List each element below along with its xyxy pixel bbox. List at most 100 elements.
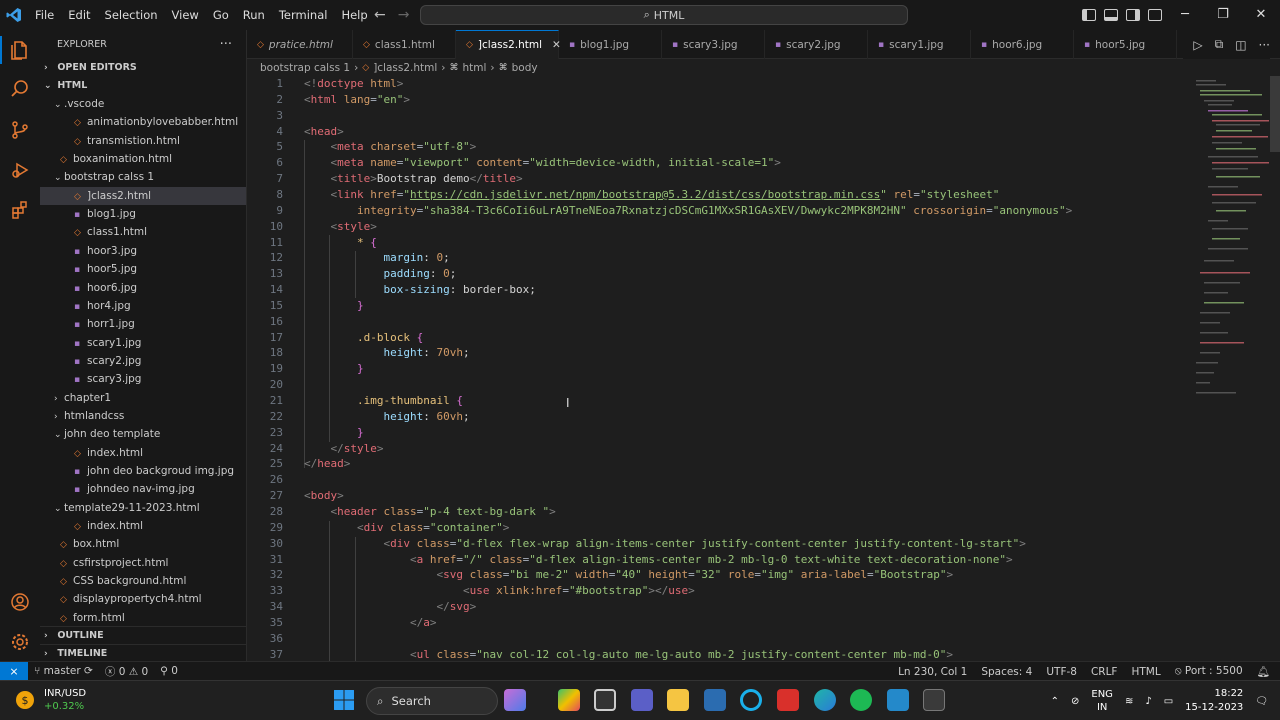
settings-gear-icon[interactable] — [8, 630, 32, 654]
breadcrumb-file[interactable]: ]class2.html — [373, 62, 437, 74]
ports-status[interactable]: ⚲ 0 — [160, 665, 178, 677]
battery-icon[interactable]: ▭ — [1164, 696, 1173, 707]
breadcrumb-html[interactable]: html — [463, 62, 487, 74]
more-actions-icon[interactable]: ··· — [1259, 38, 1270, 52]
tree-folder[interactable]: › chapter1 — [40, 389, 246, 407]
menu-item-selection[interactable]: Selection — [98, 0, 165, 30]
encoding[interactable]: UTF-8 — [1046, 666, 1077, 678]
network-off-icon[interactable]: ⊘ — [1071, 696, 1079, 707]
copilot-icon[interactable] — [504, 689, 526, 711]
tree-file[interactable]: ◇ csfirstproject.html — [40, 554, 246, 572]
remote-icon[interactable]: ⨯ — [0, 661, 28, 681]
tree-file[interactable]: ◇ boxanimation.html — [40, 150, 246, 168]
file-explorer-icon[interactable] — [667, 689, 689, 711]
tree-folder[interactable]: ⌄ .vscode — [40, 95, 246, 113]
toggle-panel-icon[interactable] — [1104, 9, 1118, 21]
run-icon[interactable]: ▷ — [1193, 38, 1202, 52]
timeline-section[interactable]: › TIMELINE — [40, 644, 246, 662]
tree-folder[interactable]: ⌄ template29-11-2023.html — [40, 499, 246, 517]
editor-tab[interactable]: ▪ hoor5.jpg — [1074, 30, 1177, 59]
menu-item-terminal[interactable]: Terminal — [272, 0, 335, 30]
forward-arrow-icon[interactable]: → — [398, 7, 410, 23]
tree-file[interactable]: ▪ johndeo nav-img.jpg — [40, 480, 246, 498]
tree-file[interactable]: ◇ animationbylovebabber.html — [40, 113, 246, 131]
more-actions-icon[interactable]: ··· — [220, 37, 232, 52]
menu-item-help[interactable]: Help — [334, 0, 374, 30]
editor-tab[interactable]: ▪ blog1.jpg — [559, 30, 662, 59]
tree-folder[interactable]: ⌄ john deo template — [40, 425, 246, 443]
tree-file[interactable]: ◇ form.html — [40, 609, 246, 627]
editor-tab[interactable]: ◇ class1.html — [353, 30, 456, 59]
tree-folder[interactable]: ⌄ bootstrap calss 1 — [40, 168, 246, 186]
menu-item-view[interactable]: View — [165, 0, 206, 30]
open-editors-section[interactable]: › OPEN EDITORS — [40, 59, 246, 77]
antivirus-icon[interactable] — [777, 689, 799, 711]
tree-file[interactable]: ▪ hor4.jpg — [40, 297, 246, 315]
back-arrow-icon[interactable]: ← — [374, 7, 386, 23]
editor-tab[interactable]: ▪ scary1.jpg — [868, 30, 971, 59]
minimap[interactable] — [1190, 76, 1270, 416]
source-control-icon[interactable] — [8, 118, 32, 142]
teams-icon[interactable] — [631, 689, 653, 711]
code-editor[interactable]: 1 <!doctype html> 2 <html lang="en"> 3 4 <head… — [247, 76, 1267, 661]
tree-file[interactable]: ▪ scary1.jpg — [40, 334, 246, 352]
task-view-icon[interactable] — [594, 689, 616, 711]
clock[interactable]: 18:22 15-12-2023 — [1185, 687, 1243, 715]
tree-file[interactable]: ▪ scary3.jpg — [40, 370, 246, 388]
vscode-taskbar-icon[interactable] — [887, 689, 909, 711]
line-ending[interactable]: CRLF — [1091, 666, 1118, 678]
menu-item-run[interactable]: Run — [236, 0, 272, 30]
editor-tab[interactable]: ◇ pratice.html — [247, 30, 353, 59]
chevron-up-icon[interactable]: ⌃ — [1051, 696, 1059, 707]
volume-icon[interactable]: ♪ — [1145, 696, 1151, 707]
tree-file[interactable]: ▪ hoor3.jpg — [40, 242, 246, 260]
editor-tab[interactable]: ▪ hoor6.jpg — [971, 30, 1074, 59]
tree-file[interactable]: ◇ displaypropertych4.html — [40, 590, 246, 608]
notification-icon[interactable]: 🗨︎ — [1255, 696, 1268, 707]
tree-file[interactable]: ▪ hoor6.jpg — [40, 279, 246, 297]
snipping-tool-icon[interactable] — [923, 689, 945, 711]
toggle-secondary-sidebar-icon[interactable] — [1126, 9, 1140, 21]
tree-file[interactable]: ▪ blog1.jpg — [40, 205, 246, 223]
windows-start-icon[interactable] — [333, 689, 355, 711]
language-mode[interactable]: HTML — [1131, 666, 1160, 678]
wifi-icon[interactable]: ≋ — [1125, 696, 1133, 707]
taskbar-search[interactable]: ⌕ Search — [366, 687, 498, 715]
account-icon[interactable] — [8, 590, 32, 614]
minimize-icon[interactable]: ─ — [1166, 0, 1204, 30]
workspace-root-section[interactable]: ⌄ HTML — [40, 77, 246, 95]
tree-folder[interactable]: › htmlandcss — [40, 407, 246, 425]
cursor-position[interactable]: Ln 230, Col 1 — [898, 666, 967, 678]
widgets-ticker[interactable]: $ INR/USD +0.32% — [14, 687, 86, 713]
problems-status[interactable]: ⓧ 0 ⚠ 0 — [105, 664, 148, 679]
command-center[interactable]: ⌕ HTML — [420, 5, 908, 25]
tree-file[interactable]: ◇ CSS background.html — [40, 572, 246, 590]
vertical-scrollbar[interactable] — [1269, 76, 1280, 661]
open-changes-icon[interactable]: ⧉ — [1215, 37, 1224, 52]
toggle-sidebar-icon[interactable] — [1082, 9, 1096, 21]
tree-file[interactable]: ◇ class1.html — [40, 223, 246, 241]
editor-tab[interactable]: ▪ scary2.jpg — [765, 30, 868, 59]
tree-file[interactable]: ◇ index.html — [40, 517, 246, 535]
breadcrumb-folder[interactable]: bootstrap calss 1 — [260, 62, 350, 74]
breadcrumb-body[interactable]: body — [512, 62, 538, 74]
customize-layout-icon[interactable] — [1148, 9, 1162, 21]
search-icon[interactable] — [8, 77, 32, 101]
tree-file[interactable]: ▪ horr1.jpg — [40, 315, 246, 333]
edge-browser-icon[interactable] — [814, 689, 836, 711]
spotify-icon[interactable] — [850, 689, 872, 711]
restore-icon[interactable]: ❐ — [1204, 0, 1242, 30]
editor-tab[interactable]: ▪ scary3.jpg — [662, 30, 765, 59]
microsoft-store-icon[interactable] — [704, 689, 726, 711]
outline-section[interactable]: › OUTLINE — [40, 626, 246, 644]
menu-item-go[interactable]: Go — [206, 0, 236, 30]
run-debug-icon[interactable] — [8, 158, 32, 182]
input-language[interactable]: ENG IN — [1091, 688, 1113, 714]
tree-file[interactable]: ▪ scary2.jpg — [40, 352, 246, 370]
widgets-app-icon[interactable] — [558, 689, 580, 711]
tree-file[interactable]: ◇ index.html — [40, 444, 246, 462]
indentation[interactable]: Spaces: 4 — [981, 666, 1032, 678]
editor-tab[interactable]: ◇]class2.html ✕ — [456, 30, 561, 59]
menu-item-edit[interactable]: Edit — [61, 0, 97, 30]
extensions-icon[interactable] — [8, 198, 32, 222]
